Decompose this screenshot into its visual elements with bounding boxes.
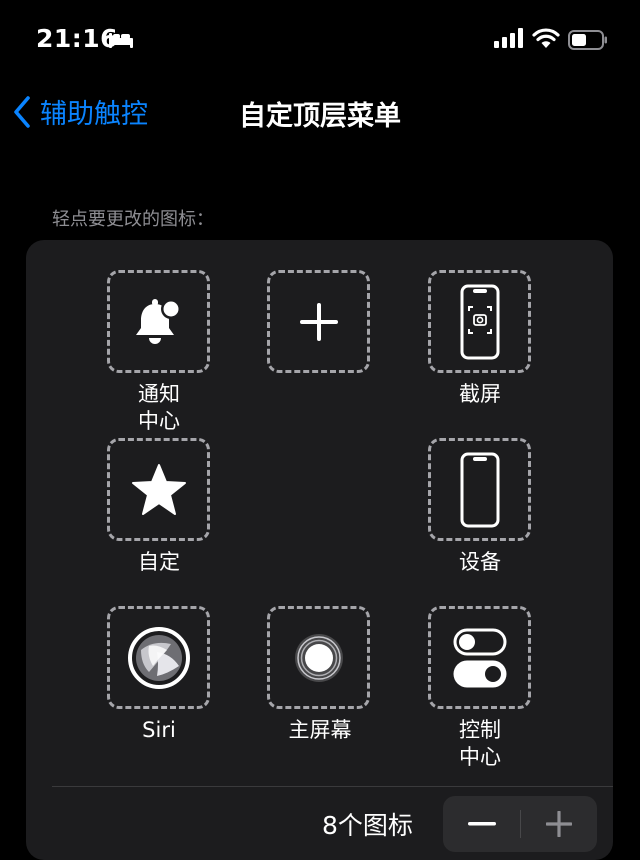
back-label: 辅助触控 [40, 99, 148, 130]
slot-label: 通知 中心 [138, 382, 180, 433]
slot-device[interactable] [428, 438, 531, 541]
toggles-icon [453, 628, 506, 687]
battery-icon [568, 30, 608, 54]
status-time: 21:16 [36, 24, 119, 53]
plus-icon [545, 811, 572, 837]
slot-label: 控制 中心 [459, 718, 501, 769]
star-icon [131, 463, 186, 515]
slot-siri[interactable] [107, 606, 210, 709]
slot-custom[interactable] [107, 438, 210, 541]
screenshot-phone-icon [460, 284, 499, 359]
plus-icon [299, 302, 338, 341]
slot-label: 截屏 [459, 382, 501, 406]
slot-label: Siri [142, 718, 176, 742]
decrease-button[interactable] [443, 796, 520, 852]
slot-label: 主屏幕 [288, 718, 352, 742]
icon-count-label: 8个图标 [322, 811, 413, 840]
home-button-icon [294, 633, 343, 682]
divider [52, 786, 613, 787]
slot-notification-center[interactable] [107, 270, 210, 373]
slot-label: 设备 [459, 550, 501, 574]
slot-label: 自定 [138, 550, 180, 574]
increase-button[interactable] [520, 796, 597, 852]
section-hint: 轻点要更改的图标： [52, 209, 214, 230]
iphone-icon [460, 452, 499, 527]
sleep-bed-icon [108, 31, 134, 53]
siri-icon [127, 626, 190, 689]
slot-add-empty[interactable] [267, 270, 370, 373]
chevron-left-icon [14, 95, 30, 128]
minus-icon [467, 822, 496, 826]
bell-icon [135, 298, 181, 344]
wifi-icon [532, 27, 560, 53]
slot-home-screen[interactable] [267, 606, 370, 709]
slot-screenshot[interactable] [428, 270, 531, 373]
icon-count-stepper [443, 796, 597, 852]
cellular-signal-icon [494, 28, 524, 52]
back-button[interactable]: 辅助触控 [12, 92, 148, 131]
slot-control-center[interactable] [428, 606, 531, 709]
